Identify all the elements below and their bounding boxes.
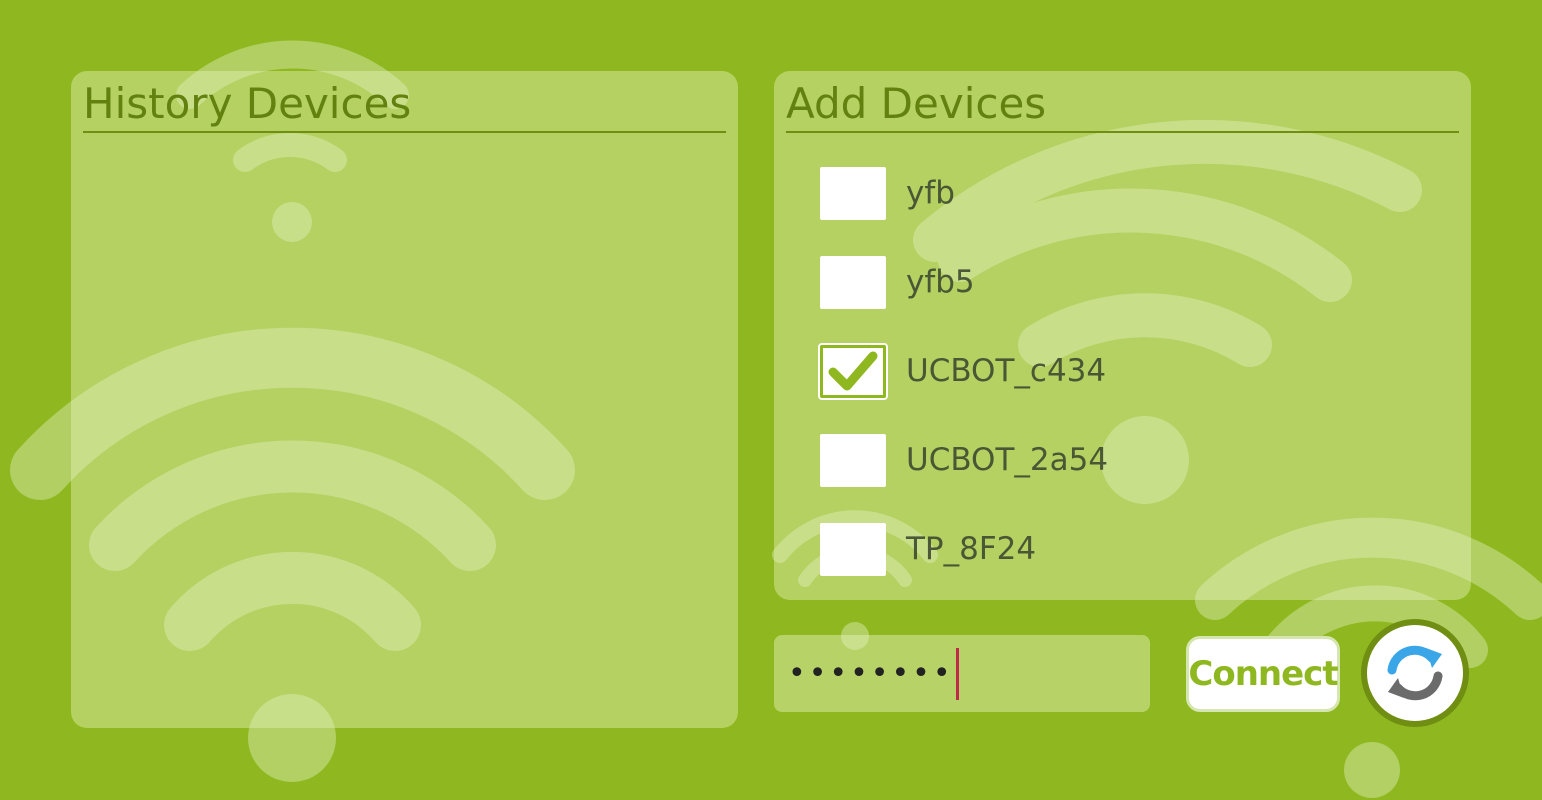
device-checkbox[interactable] [820,166,886,220]
device-label: UCBOT_2a54 [906,442,1109,478]
device-checkbox-checked[interactable] [820,344,886,398]
refresh-icon [1387,645,1443,701]
password-masked-text: •••••••• [788,656,954,691]
history-devices-panel: History Devices [71,71,738,728]
device-label: yfb [906,175,955,211]
text-caret [955,647,959,700]
device-label: UCBOT_c434 [906,353,1107,389]
add-devices-title: Add Devices [786,77,1459,133]
device-row[interactable]: TP_8F24 [820,521,1380,577]
connect-button[interactable]: Connect [1186,636,1340,712]
device-row[interactable]: UCBOT_2a54 [820,432,1380,488]
checkmark-icon [828,351,878,390]
device-row[interactable]: UCBOT_c434 [820,343,1380,399]
add-devices-panel: Add Devices yfb yfb5 UCBOT_c434 UCBOT_2a… [774,71,1471,600]
refresh-button[interactable] [1361,619,1469,727]
device-label: TP_8F24 [906,531,1037,567]
device-checkbox[interactable] [820,255,886,309]
device-checkbox[interactable] [820,433,886,487]
history-devices-title: History Devices [83,77,726,133]
device-checkbox[interactable] [820,522,886,576]
device-row[interactable]: yfb5 [820,254,1380,310]
device-label: yfb5 [906,264,975,300]
device-row[interactable]: yfb [820,165,1380,221]
password-input[interactable]: •••••••• [774,635,1150,712]
